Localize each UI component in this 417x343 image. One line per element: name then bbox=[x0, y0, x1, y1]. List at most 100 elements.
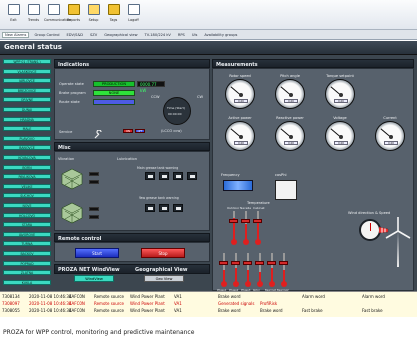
toolbar-button-label: Tags bbox=[109, 18, 118, 22]
gauge-value: 0.00 bbox=[284, 141, 298, 145]
trends-toolbar-button[interactable]: Trends bbox=[24, 3, 43, 27]
alarm-row[interactable]: 7308134 2020-11-08 10:46:34 EAFC0N Remote s… bbox=[2, 294, 415, 300]
sidebar-item[interactable]: MALE bbox=[3, 126, 51, 132]
thermometer-bulb bbox=[255, 239, 261, 245]
thermometer bbox=[231, 211, 237, 245]
wind-needle bbox=[370, 223, 371, 231]
sidebar-item[interactable]: STARA bbox=[3, 222, 51, 228]
stop-button[interactable]: Stop bbox=[141, 248, 185, 258]
windview-button[interactable]: WindView bbox=[74, 275, 114, 282]
indicator-dot bbox=[162, 175, 167, 178]
sidebar-item[interactable]: POPRAD bbox=[3, 260, 51, 266]
sidebar-item[interactable]: NOVE bbox=[3, 203, 51, 208]
sidebar-item[interactable]: BORN bbox=[3, 164, 51, 170]
gauge: 0.00 bbox=[275, 79, 305, 109]
indications-panel: Operate state PRODUCTION 0000.77 kW Brak… bbox=[54, 68, 210, 140]
tab-0[interactable]: New Alarms bbox=[2, 31, 30, 38]
service-off-text: OFF bbox=[137, 130, 143, 133]
gauge: 0.00 bbox=[225, 121, 255, 151]
sidebar-item[interactable]: PLAVOVO bbox=[3, 135, 51, 141]
sidebar-item[interactable]: HRADNA bbox=[3, 116, 51, 122]
communication-toolbar-button[interactable]: Communication bbox=[44, 3, 71, 27]
sidebar-item[interactable]: BREZOVICE bbox=[3, 87, 51, 93]
tab-1[interactable]: Group Control bbox=[32, 33, 61, 37]
temp-sub-label: Outdoor bbox=[227, 206, 240, 210]
tab-3[interactable]: SZV bbox=[88, 33, 99, 37]
toolbar-button-label: Exit bbox=[10, 18, 17, 22]
sidebar-item[interactable]: DUNAJ bbox=[3, 107, 51, 112]
alarm-cell: Remote source bbox=[94, 308, 124, 313]
stop-button-label: Stop bbox=[158, 251, 168, 256]
service-label: Service bbox=[59, 130, 73, 134]
start-button-label: Start bbox=[92, 251, 102, 256]
yaw-dial: Time (Start) 00:00:00 bbox=[163, 97, 191, 125]
temperature-value-box bbox=[255, 261, 264, 265]
toolbar-button-label: Trends bbox=[27, 18, 40, 22]
tab-2[interactable]: EDV/S&D bbox=[65, 33, 86, 37]
thermometer bbox=[281, 253, 287, 287]
alarm-list: 7308134 2020-11-08 10:46:34 EAFC0N Remote s… bbox=[0, 291, 417, 317]
temperature-value-box bbox=[229, 219, 238, 223]
thermometer-fill bbox=[235, 268, 237, 282]
tab-bar: New Alarms Group Control EDV/S&D SZV Geograp… bbox=[0, 30, 417, 40]
exit-toolbar-button[interactable]: Exit bbox=[4, 3, 23, 27]
gauge-hub bbox=[239, 135, 243, 139]
logoff-toolbar-button[interactable]: Logoff bbox=[124, 3, 143, 27]
alarm-cell: Alarm word bbox=[362, 294, 385, 299]
sidebar-item[interactable]: VLASKOVCE bbox=[3, 68, 51, 74]
tab-7[interactable]: Uls bbox=[190, 33, 200, 37]
vib-val-1 bbox=[89, 172, 99, 176]
tags-toolbar-button[interactable]: Tags bbox=[104, 3, 123, 27]
indicator-dot bbox=[162, 207, 167, 210]
misc-title: Misc bbox=[54, 142, 210, 151]
reports-toolbar-button[interactable]: Reports bbox=[64, 3, 83, 27]
sidebar-item[interactable]: KUKLA bbox=[3, 279, 51, 285]
frequency-meter bbox=[223, 180, 253, 191]
lubrication-indicator bbox=[187, 172, 197, 180]
sidebar-item[interactable]: TURNA bbox=[3, 241, 51, 247]
gauge-hub bbox=[289, 93, 293, 97]
trends-icon bbox=[27, 4, 40, 15]
sidebar-item[interactable]: JAVOROVE bbox=[3, 231, 51, 237]
tab-5[interactable]: TV-180/224 kV bbox=[143, 33, 173, 37]
sidebar-item[interactable]: KOVACOVA bbox=[3, 155, 51, 160]
gauge-value: 0.00 bbox=[234, 99, 248, 103]
alarm-cell: Remote source bbox=[94, 294, 124, 299]
alarm-row[interactable]: 7308055 2020-11-08 10:46:34 EAFC0N Remote s… bbox=[2, 308, 415, 314]
tab-8[interactable]: Availability groups bbox=[202, 33, 239, 37]
start-button[interactable]: Start bbox=[75, 248, 119, 258]
setup-toolbar-button[interactable]: Setup bbox=[84, 3, 103, 27]
sidebar-item[interactable]: HOLCOVO bbox=[3, 212, 51, 218]
gauge: 0.00 bbox=[275, 121, 305, 151]
alarm-cell: Brake word bbox=[260, 308, 283, 313]
sidebar-item[interactable]: ORIVNE bbox=[3, 97, 51, 103]
sidebar-item[interactable]: JARLOVCE bbox=[3, 78, 51, 84]
remote-control-panel: Start Stop bbox=[54, 242, 210, 262]
thermometer-bulb bbox=[233, 281, 239, 287]
alarm-row[interactable]: 7308097 2020-11-08 10:46:34 EAFC0N Remote s… bbox=[2, 301, 415, 307]
alarm-cell: Remote source bbox=[94, 301, 124, 306]
geo-view-button-label: Geo View bbox=[155, 277, 173, 281]
sidebar-item[interactable]: BACKOV bbox=[3, 251, 51, 256]
remote-control-title: Remote control bbox=[54, 233, 210, 242]
indicator-dot bbox=[148, 207, 153, 210]
gauge-label: Current bbox=[383, 116, 397, 120]
alarm-cell: VA1 bbox=[174, 294, 182, 299]
remote-control-title-text: Remote control bbox=[58, 235, 102, 242]
sidebar-item[interactable]: BANOVCE bbox=[3, 145, 51, 151]
gauge: 0.00 bbox=[225, 79, 255, 109]
temperature-value-box bbox=[253, 219, 262, 223]
geo-view-button[interactable]: Geo View bbox=[144, 275, 184, 282]
sidebar-item[interactable]: ZLATNA bbox=[3, 270, 51, 276]
sidebar-item[interactable]: PAVLIKOVA bbox=[3, 174, 51, 180]
tab-6[interactable]: RPS bbox=[176, 33, 187, 37]
tab-4[interactable]: Geographical view bbox=[102, 33, 139, 37]
sidebar-item[interactable]: WPP 01 (TRANS.) bbox=[3, 59, 51, 64]
reports-icon bbox=[67, 4, 80, 15]
temperature-value-box bbox=[243, 261, 252, 265]
thermometer-bulb bbox=[269, 281, 275, 287]
lubrication-indicator bbox=[159, 172, 169, 180]
alarm-cell: Wind Power Plant bbox=[130, 308, 165, 313]
sidebar-item[interactable]: VELIKE bbox=[3, 183, 51, 189]
sidebar-item[interactable]: SUCHOV bbox=[3, 193, 51, 199]
